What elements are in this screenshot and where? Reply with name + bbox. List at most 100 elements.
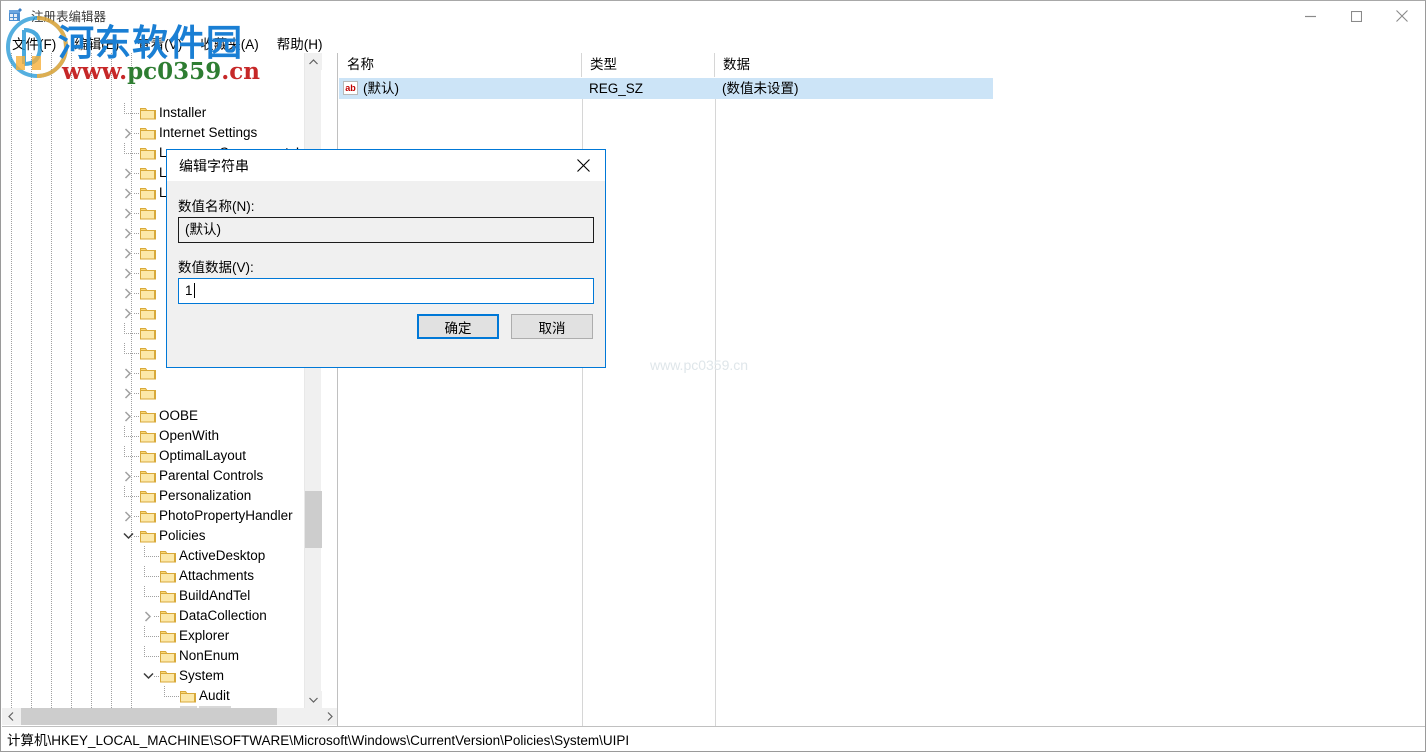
folder-icon [140, 103, 157, 123]
folder-icon [140, 466, 157, 486]
value-name-label: 数值名称(N): [178, 199, 255, 214]
tree-node[interactable]: Audit [2, 686, 321, 706]
folder-icon [160, 566, 177, 586]
tree-node[interactable]: ActiveDesktop [2, 546, 321, 566]
scroll-up-icon[interactable] [305, 53, 322, 70]
tree-node[interactable]: PhotoPropertyHandler [2, 506, 321, 526]
tree-connector [124, 343, 125, 354]
folder-icon [140, 383, 157, 403]
tree-node[interactable]: Parental Controls [2, 466, 321, 486]
tree-node[interactable]: Installer [2, 103, 321, 123]
folder-icon [140, 183, 157, 203]
menu-bar: 文件(F) 编辑(E) 查看(V) 收藏夹(A) 帮助(H) [1, 32, 1425, 53]
edit-string-dialog[interactable]: 编辑字符串 数值名称(N): (默认) 数值数据(V): 1 确定 取消 [166, 149, 606, 368]
menu-view[interactable]: 查看(V) [128, 32, 191, 54]
dialog-body: 数值名称(N): (默认) 数值数据(V): 1 确定 取消 [167, 181, 605, 367]
tree-node-label: Installer [159, 105, 207, 120]
folder-icon [140, 123, 157, 143]
scroll-left-icon[interactable] [2, 708, 19, 725]
tree-horizontal-scrollbar[interactable] [2, 708, 337, 725]
table-row[interactable]: ab (默认) REG_SZ (数值未设置) [339, 78, 993, 99]
value-name-cell: (默认) [363, 81, 399, 96]
folder-icon [160, 646, 177, 666]
tree-node-label: Internet Settings [159, 125, 258, 140]
title-bar: 注册表编辑器 [1, 1, 1425, 31]
folder-icon [140, 343, 157, 363]
folder-icon [140, 143, 157, 163]
column-header-data[interactable]: 数据 [715, 53, 1424, 77]
status-bar: 计算机\HKEY_LOCAL_MACHINE\SOFTWARE\Microsof… [2, 726, 1425, 750]
tree-hscroll-thumb[interactable] [21, 708, 277, 725]
folder-icon [140, 406, 157, 426]
registry-editor-icon [8, 7, 25, 24]
menu-favorites[interactable]: 收藏夹(A) [191, 32, 268, 54]
dialog-close-button[interactable] [561, 150, 605, 181]
tree-node-label: Policies [159, 528, 206, 543]
dialog-title: 编辑字符串 [179, 158, 249, 174]
tree-node[interactable]: Attachments [2, 566, 321, 586]
maximize-button[interactable] [1333, 1, 1379, 31]
tree-node[interactable]: Policies [2, 526, 321, 546]
tree-node-label: BuildAndTel [179, 588, 251, 603]
folder-icon [140, 363, 157, 383]
tree-node[interactable]: DataCollection [2, 606, 321, 626]
tree-node[interactable]: System [2, 666, 321, 686]
folder-icon [160, 606, 177, 626]
tree-connector [124, 426, 125, 437]
menu-file[interactable]: 文件(F) [3, 32, 65, 54]
tree-node-label: OpenWith [159, 428, 220, 443]
ok-button[interactable]: 确定 [417, 314, 499, 339]
folder-icon [140, 323, 157, 343]
tree-connector [124, 486, 125, 497]
tree-node[interactable]: OptimalLayout [2, 446, 321, 466]
tree-node[interactable]: NonEnum [2, 646, 321, 666]
tree-node-label: Parental Controls [159, 468, 264, 483]
folder-icon [140, 243, 157, 263]
cancel-button[interactable]: 取消 [511, 314, 593, 339]
tree-connector [164, 686, 165, 697]
value-name-input[interactable]: (默认) [178, 217, 594, 243]
minimize-button[interactable] [1287, 1, 1333, 31]
column-header-type[interactable]: 类型 [582, 53, 715, 77]
registry-editor-window: 注册表编辑器 文件(F) 编辑(E) 查看(V) 收藏夹(A) 帮助(H) In… [0, 0, 1426, 752]
tree-node[interactable]: BuildAndTel [2, 586, 321, 606]
folder-icon [160, 666, 177, 686]
scroll-right-icon[interactable] [321, 708, 337, 725]
tree-connector [144, 626, 145, 637]
tree-node[interactable]: OpenWith [2, 426, 321, 446]
folder-icon [140, 163, 157, 183]
values-column-header: 名称 类型 数据 [339, 53, 1424, 77]
window-title: 注册表编辑器 [31, 10, 107, 24]
folder-icon [140, 223, 157, 243]
close-button[interactable] [1379, 1, 1425, 31]
tree-node[interactable]: Personalization [2, 486, 321, 506]
value-data-input[interactable]: 1 [178, 278, 594, 304]
tree-connector [124, 103, 125, 114]
menu-help[interactable]: 帮助(H) [268, 32, 332, 54]
window-controls [1287, 1, 1425, 31]
tree-node[interactable]: Explorer [2, 626, 321, 646]
tree-connector [124, 143, 125, 154]
tree-connector [144, 646, 145, 657]
menu-edit[interactable]: 编辑(E) [65, 32, 128, 54]
tree-node-label: PhotoPropertyHandler [159, 508, 293, 523]
tree-node[interactable]: Internet Settings [2, 123, 321, 143]
tree-scroll-thumb[interactable] [305, 491, 322, 548]
ok-button-label: 确定 [444, 320, 472, 336]
column-header-name[interactable]: 名称 [339, 53, 582, 77]
tree-connector [124, 446, 125, 457]
folder-icon [140, 506, 157, 526]
scroll-down-icon[interactable] [305, 691, 322, 708]
value-data-cell: (数值未设置) [722, 81, 799, 96]
tree-node-label: Explorer [179, 628, 230, 643]
tree-connector [124, 323, 125, 334]
tree-node-label: Personalization [159, 488, 252, 503]
tree-node-label: DataCollection [179, 608, 267, 623]
tree-node[interactable]: OOBE [2, 406, 321, 426]
folder-icon [140, 526, 157, 546]
folder-icon [140, 263, 157, 283]
tree-connector [144, 586, 145, 597]
cancel-button-label: 取消 [538, 320, 566, 336]
string-value-icon: ab [343, 81, 358, 95]
tree-node[interactable] [2, 383, 321, 403]
